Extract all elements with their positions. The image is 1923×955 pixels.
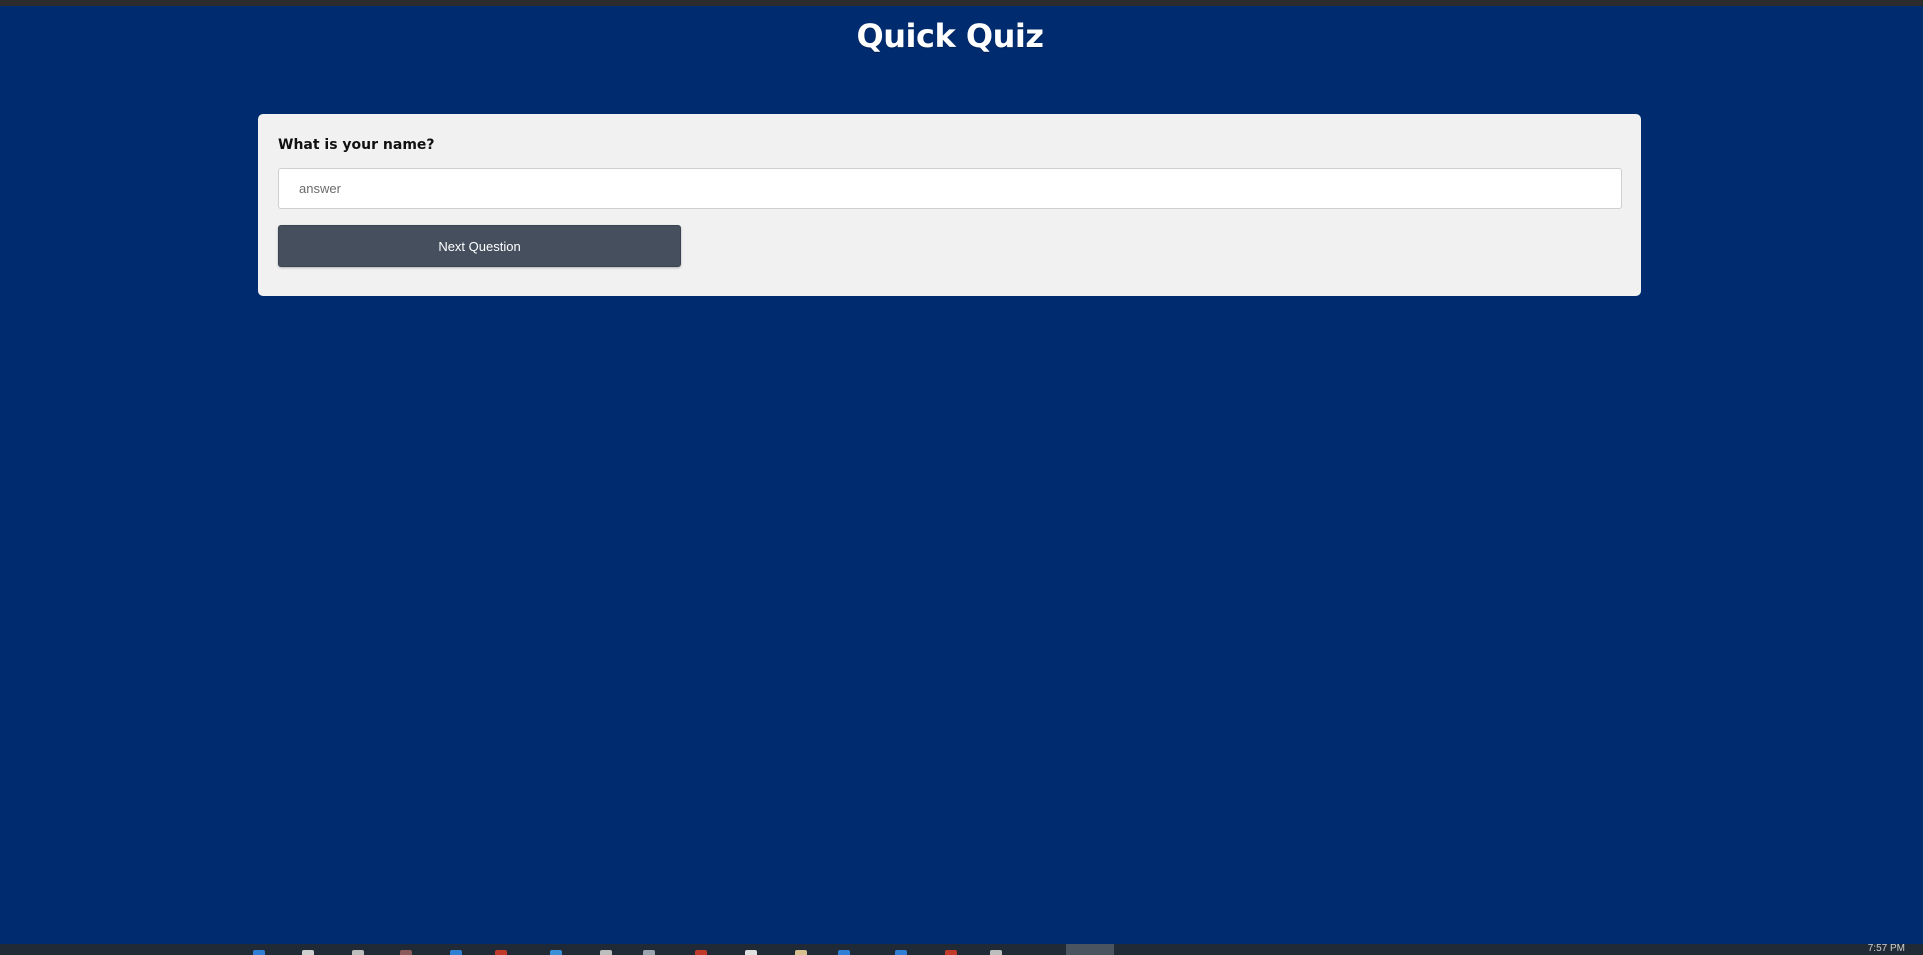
app-icon-15[interactable] (945, 950, 957, 955)
page-title: Quick Quiz (856, 17, 1044, 55)
app-icon-3[interactable] (352, 950, 364, 955)
app-icon-8[interactable] (600, 950, 612, 955)
taskbar: 7:57 PM (0, 943, 1923, 955)
next-question-button[interactable]: Next Question (278, 225, 681, 267)
app-icon-12[interactable] (795, 950, 807, 955)
app-icon-11[interactable] (745, 950, 757, 955)
app-icon-7[interactable] (550, 950, 562, 955)
taskbar-clock[interactable]: 7:57 PM (1868, 943, 1905, 955)
answer-input[interactable] (278, 168, 1622, 209)
app-icon-4[interactable] (400, 950, 412, 955)
question-label: What is your name? (278, 137, 435, 153)
pin-icon[interactable] (302, 950, 314, 955)
app-icon-16[interactable] (990, 950, 1002, 955)
app-icon-5[interactable] (450, 950, 462, 955)
question-card: What is your name? Next Question (258, 114, 1641, 296)
app-icon-9[interactable] (643, 950, 655, 955)
app-icon-6[interactable] (495, 950, 507, 955)
taskbar-active-item[interactable] (1066, 944, 1114, 955)
app-icon-13[interactable] (838, 950, 850, 955)
app-icon-10[interactable] (695, 950, 707, 955)
quiz-app: Quick Quiz What is your name? Next Quest… (0, 6, 1923, 944)
edge-icon[interactable] (253, 950, 265, 955)
app-icon-14[interactable] (895, 950, 907, 955)
